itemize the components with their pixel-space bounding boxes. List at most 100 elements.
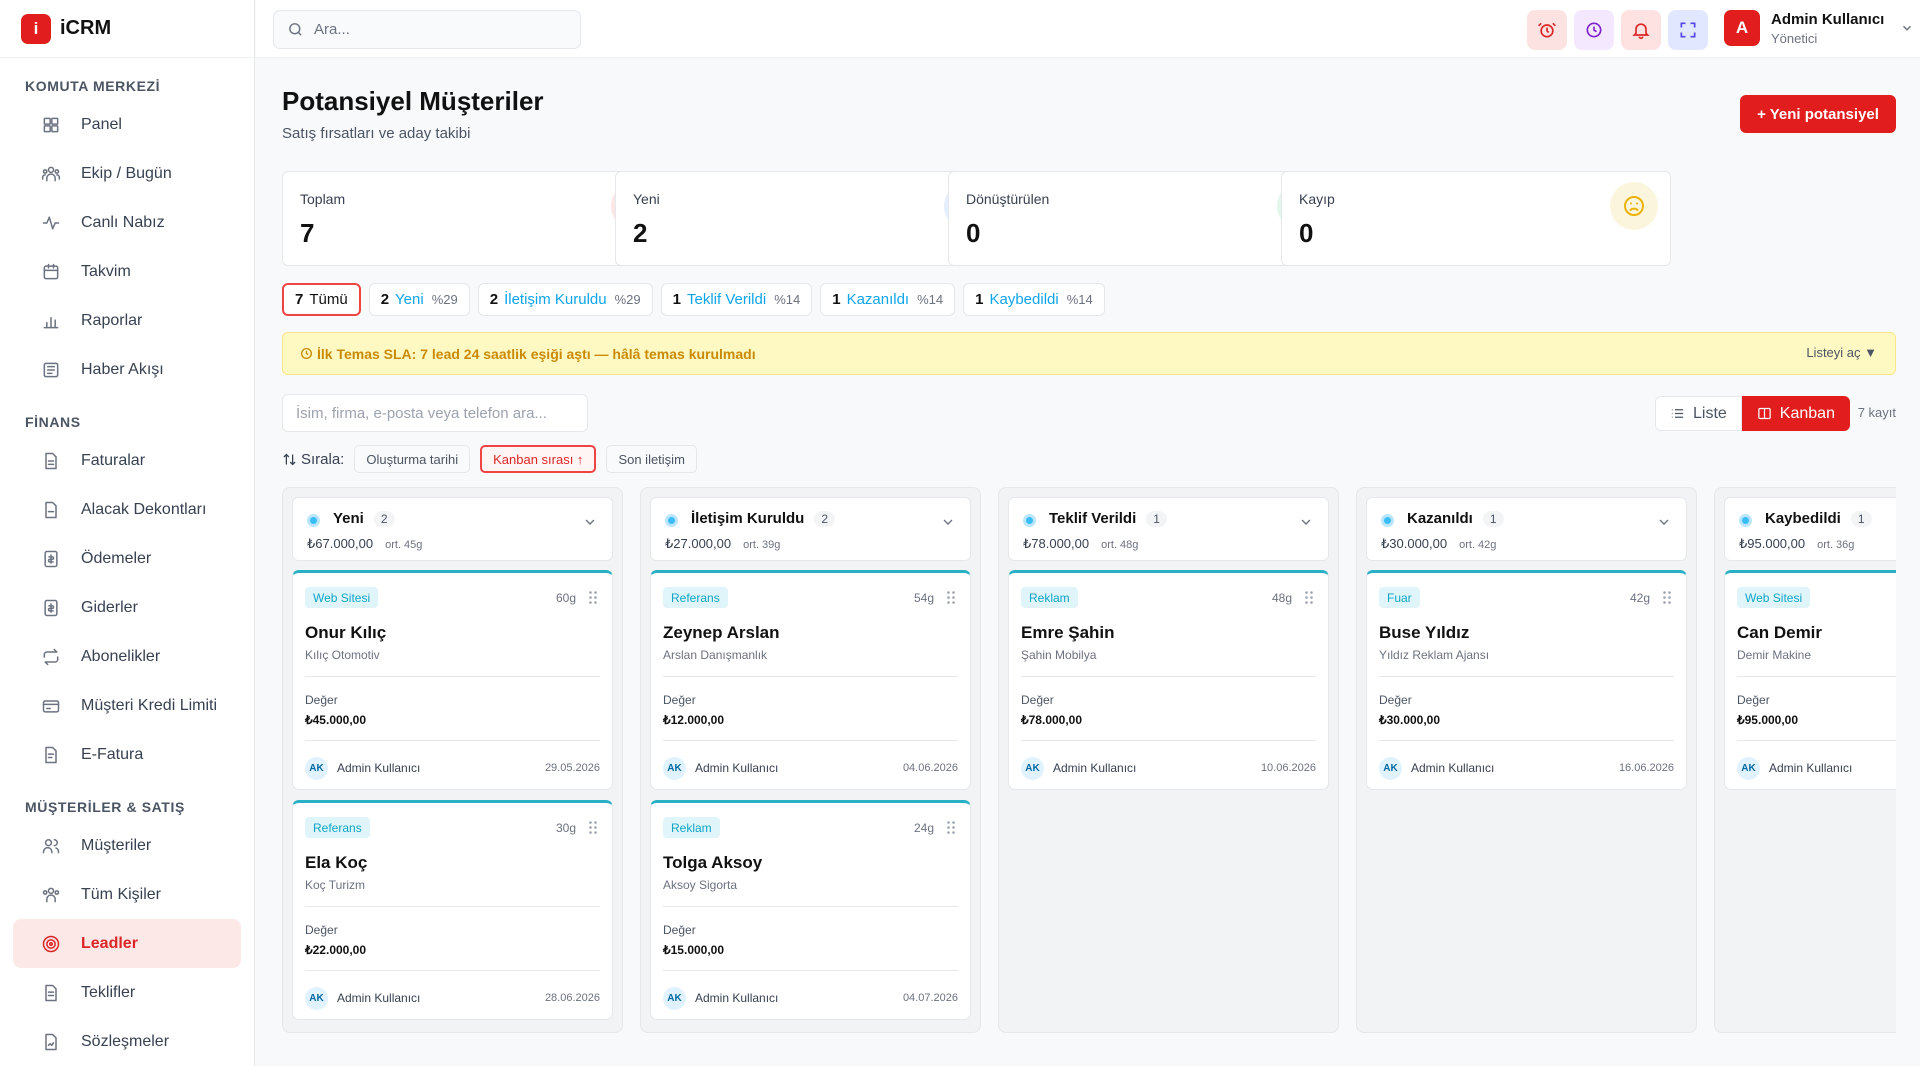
grid-icon [41,115,61,135]
sidebar-item-label: Sözleşmeler [81,1032,170,1050]
lead-search-input[interactable]: İsim, firma, e-posta veya telefon ara... [282,394,588,432]
divider [305,906,600,907]
sidebar-item-musteriler[interactable]: Müşteriler [13,821,241,870]
filter-count: 7 [295,291,304,308]
column-average-age: ort. 42g [1459,539,1497,551]
filter-chip-iiletisim-kuruldu[interactable]: 2 İletişim Kuruldu %29 [477,283,653,316]
sidebar-item-teklifler[interactable]: Teklifler [13,968,241,1017]
sidebar-item-faturalar[interactable]: Faturalar [13,436,241,485]
lead-name[interactable]: Zeynep Arslan [663,623,780,643]
lead-name[interactable]: Buse Yıldız [1379,623,1469,643]
time-tracker-button[interactable] [1574,10,1614,50]
sidebar-item-panel[interactable]: Panel [13,100,241,149]
sidebar-item-haber-akisi[interactable]: Haber Akışı [13,345,241,394]
sidebar-item-alacak-dekontlari[interactable]: Alacak Dekontları [13,485,241,534]
chevron-down-icon[interactable] [940,514,956,530]
record-count: 7 kayıt [1857,405,1896,420]
sla-open-list-button[interactable]: Listeyi aç ▼ [1806,345,1877,360]
column-title: Kazanıldı 1 [1407,510,1504,527]
drag-handle-icon[interactable] [1304,590,1314,605]
lead-name[interactable]: Ela Koç [305,853,367,873]
sidebar-item-takvim[interactable]: Takvim [13,247,241,296]
stat-value: 7 [300,218,315,248]
owner-avatar: AK [305,987,328,1010]
new-lead-button[interactable]: + Yeni potansiyel [1740,95,1896,133]
lead-value: ₺15.000,00 [663,943,725,957]
filter-chip-kazanildi[interactable]: 1 Kazanıldı %14 [820,283,956,316]
kanban-column-teklif-verildi: Teklif Verildi 1 ₺78.000,00 ort. 48g Reklam 4… [998,487,1339,1033]
lead-name[interactable]: Emre Şahin [1021,623,1115,643]
chevron-down-icon[interactable] [1656,514,1672,530]
drag-handle-icon[interactable] [946,820,956,835]
lead-card[interactable]: Referans 30g Ela Koç Koç Turizm Değer ₺22.000… [292,800,613,1020]
expense-icon [41,598,61,618]
list-view-button[interactable]: Liste [1655,396,1742,431]
lead-card[interactable]: Web Sitesi 60g Onur Kılıç Kılıç Otomotiv Değ… [292,570,613,790]
repeat-icon [41,647,61,667]
lead-value: ₺95.000,00 [1737,713,1799,727]
lead-card[interactable]: Referans 54g Zeynep Arslan Arslan Danışmanl… [650,570,971,790]
filter-chip-yeni[interactable]: 2 Yeni %29 [368,283,470,316]
drag-handle-icon[interactable] [588,590,598,605]
sidebar-item-sozlesmeler[interactable]: Sözleşmeler [13,1017,241,1066]
lead-card[interactable]: Web Sitesi Can Demir Demir Makine Değer ₺95.… [1724,570,1896,790]
filter-chip-teklif-verildi[interactable]: 1 Teklif Verildi %14 [660,283,813,316]
sidebar-item-label: Faturalar [81,451,146,469]
overdue-clock-button[interactable] [1527,10,1567,50]
filter-count: 2 [489,291,499,308]
lead-name[interactable]: Tolga Aksoy [663,853,762,873]
user-menu[interactable]: A Admin Kullanıcı Yönetici [1724,10,1914,46]
status-dot [1023,514,1036,527]
sidebar-item-musteri-kredi-limiti[interactable]: Müşteri Kredi Limiti [13,681,241,730]
lead-company: Kılıç Otomotiv [305,648,380,662]
sort-option-son-iletisim[interactable]: Son iletişim [606,445,697,473]
owner-avatar: AK [1379,757,1402,780]
filter-chip-tumu[interactable]: 7 Tümü [282,283,361,316]
filter-chip-kaybedildi[interactable]: 1 Kaybedildi %14 [963,283,1105,316]
sidebar-item-label: Abonelikler [81,647,161,665]
sidebar-item-odemeler[interactable]: Ödemeler [13,534,241,583]
sidebar-item-canli-nabiz[interactable]: Canlı Nabız [13,198,241,247]
sidebar-item-e-fatura[interactable]: E-Fatura [13,730,241,779]
drag-handle-icon[interactable] [588,820,598,835]
column-total: ₺30.000,00 ort. 42g [1381,536,1496,552]
sidebar-item-leadler[interactable]: Leadler [13,919,241,968]
sort-label-text: Sırala: [301,450,345,468]
kanban-view-button[interactable]: Kanban [1741,396,1850,431]
fullscreen-button[interactable] [1668,10,1708,50]
lead-value: ₺12.000,00 [663,713,725,727]
sort-bar: Sırala: Oluşturma tarihi Kanban sırası ↑ S… [282,445,697,473]
lead-name[interactable]: Can Demir [1737,623,1822,643]
status-dot [1739,514,1752,527]
bell-icon [1632,23,1650,40]
calendar-icon [41,262,61,282]
lead-card[interactable]: Reklam 48g Emre Şahin Şahin Mobilya Değer ₺78… [1008,570,1329,790]
sidebar-item-ekip-bugun[interactable]: Ekip / Bugün [13,149,241,198]
list-view-label: Liste [1693,404,1727,422]
divider [305,676,600,677]
sidebar-item-giderler[interactable]: Giderler [13,583,241,632]
sidebar-item-abonelikler[interactable]: Abonelikler [13,632,241,681]
user-name: Admin Kullanıcı [1771,10,1885,28]
lead-name[interactable]: Onur Kılıç [305,623,386,643]
lead-card[interactable]: Reklam 24g Tolga Aksoy Aksoy Sigorta Değer ₺1… [650,800,971,1020]
filter-percent: %14 [917,292,944,307]
sidebar-item-raporlar[interactable]: Raporlar [13,296,241,345]
global-search-input[interactable]: Ara... [273,10,581,49]
nav-section-title: KOMUTA MERKEZİ [25,78,161,94]
brand[interactable]: i iCRM [0,0,254,58]
sort-option-kanban-sirasi[interactable]: Kanban sırası ↑ [480,445,597,473]
drag-handle-icon[interactable] [946,590,956,605]
chevron-down-icon[interactable] [1298,514,1314,530]
drag-handle-icon[interactable] [1662,590,1672,605]
sort-option-olusturma-tarihi[interactable]: Oluşturma tarihi [354,445,471,473]
sidebar-item-tum-kisiler[interactable]: Tüm Kişiler [13,870,241,919]
chevron-down-icon[interactable] [582,514,598,530]
status-dot [1381,514,1394,527]
team-icon [41,164,61,184]
column-average-age: ort. 39g [743,539,781,551]
newspaper-icon [41,360,61,380]
notifications-button[interactable] [1621,10,1661,50]
lead-card[interactable]: Fuar 42g Buse Yıldız Yıldız Reklam Ajansı De… [1366,570,1687,790]
column-total: ₺95.000,00 ort. 36g [1739,536,1854,552]
